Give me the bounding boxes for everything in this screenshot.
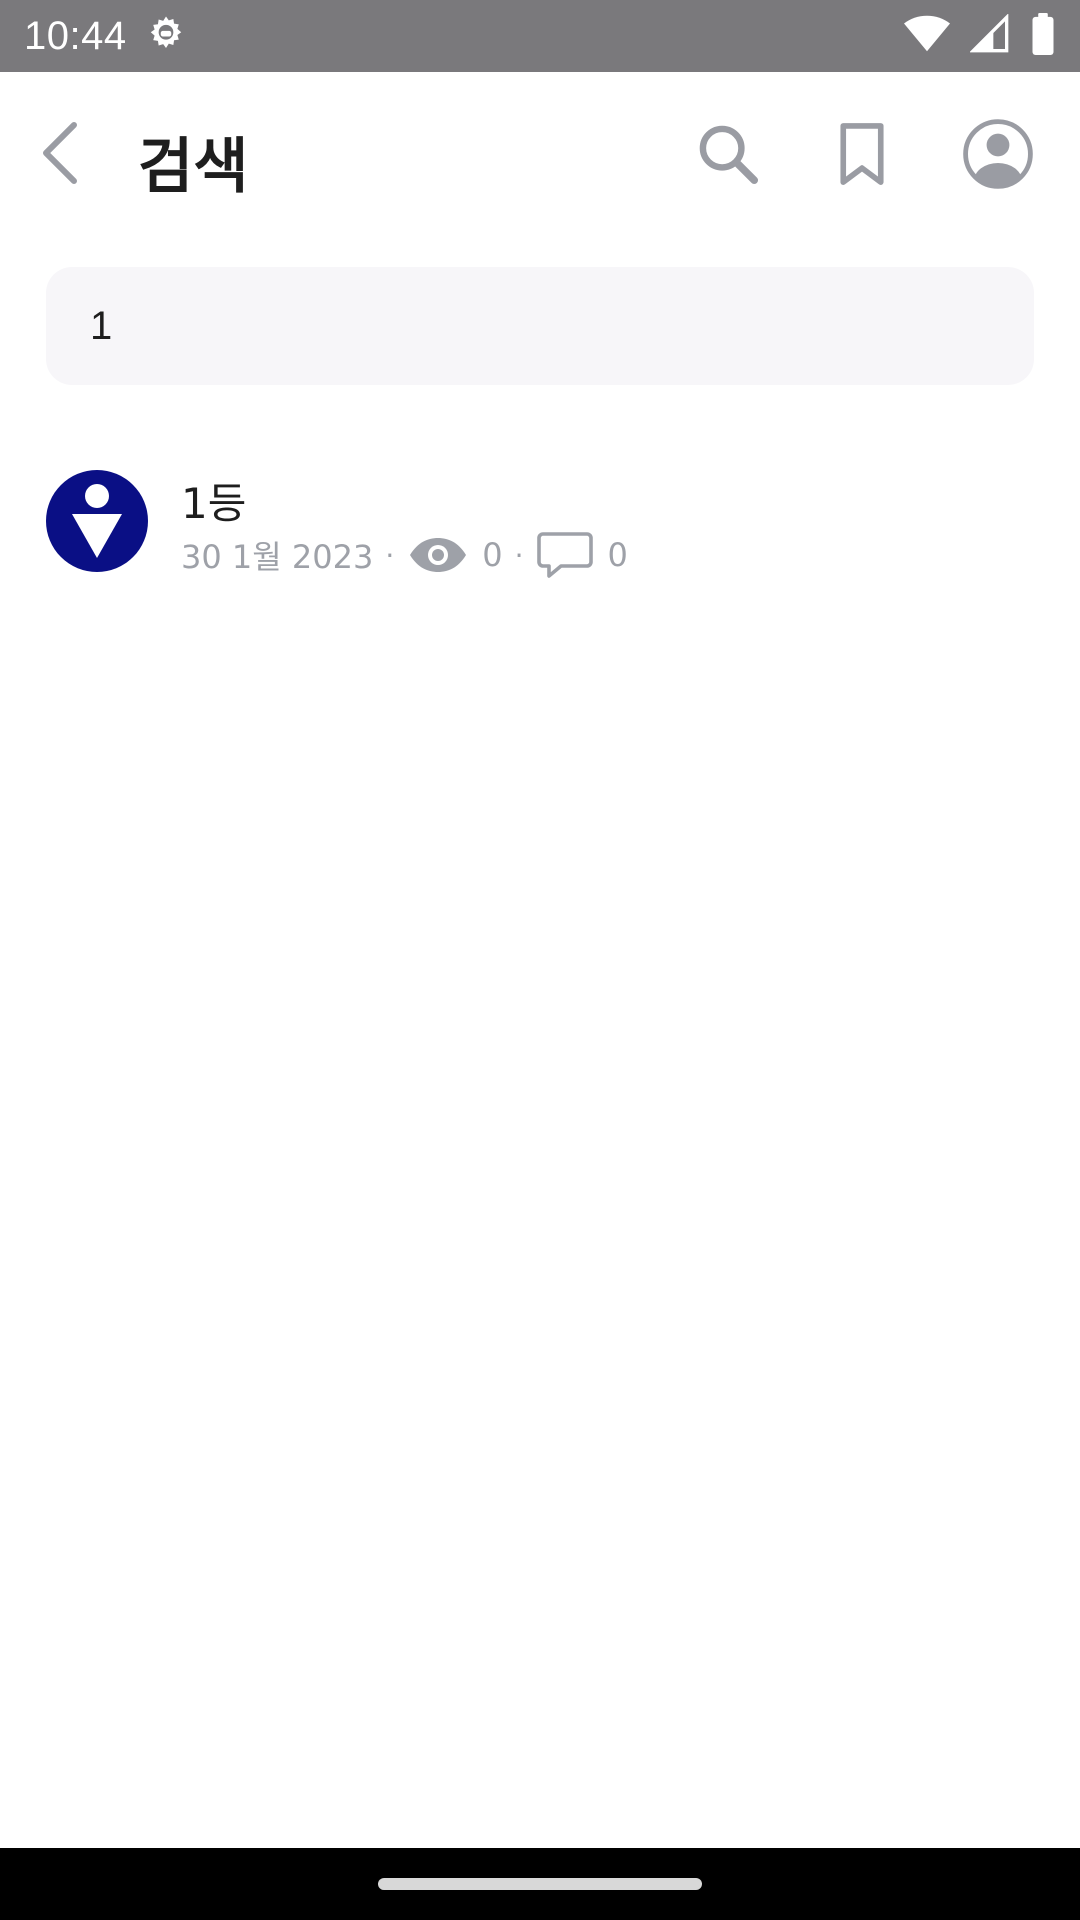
account-icon xyxy=(962,118,1034,194)
battery-icon xyxy=(1030,13,1056,59)
eye-icon xyxy=(408,537,468,573)
screen: 10:44 검색 1 1등 30 1월 2023 · 0 · 0 xyxy=(0,0,1080,1920)
list-item[interactable]: 1등 30 1월 2023 · 0 · 0 xyxy=(46,470,1034,590)
home-indicator[interactable] xyxy=(378,1878,702,1890)
signal-icon xyxy=(969,13,1010,58)
status-time: 10:44 xyxy=(24,13,127,58)
navigation-bar xyxy=(0,1848,1080,1920)
app-bar: 검색 xyxy=(0,72,1080,238)
back-button[interactable] xyxy=(28,116,92,194)
search-input[interactable] xyxy=(90,303,1034,349)
comment-count: 0 xyxy=(607,536,628,574)
bookmark-button[interactable] xyxy=(822,116,902,196)
separator-dot: · xyxy=(385,538,395,572)
account-button[interactable] xyxy=(958,116,1038,196)
status-bar: 10:44 xyxy=(0,0,1080,72)
back-arrow-icon xyxy=(40,121,80,189)
result-date: 30 1월 2023 xyxy=(181,538,374,576)
settings-gear-icon xyxy=(145,13,187,59)
status-right xyxy=(904,13,1056,59)
search-button[interactable] xyxy=(688,116,768,196)
avatar xyxy=(46,470,148,572)
separator-dot: · xyxy=(514,538,524,572)
search-box xyxy=(46,267,1034,385)
status-left: 10:44 xyxy=(24,13,187,59)
bookmark-icon xyxy=(837,122,887,190)
comment-icon xyxy=(537,531,594,579)
result-title: 1등 xyxy=(181,479,247,528)
view-count: 0 xyxy=(482,536,503,574)
search-icon xyxy=(693,119,763,193)
wifi-icon xyxy=(904,14,950,58)
page-title: 검색 xyxy=(138,132,249,202)
avatar-person-icon xyxy=(72,484,122,558)
result-meta: 30 1월 2023 · 0 · 0 xyxy=(181,530,628,580)
